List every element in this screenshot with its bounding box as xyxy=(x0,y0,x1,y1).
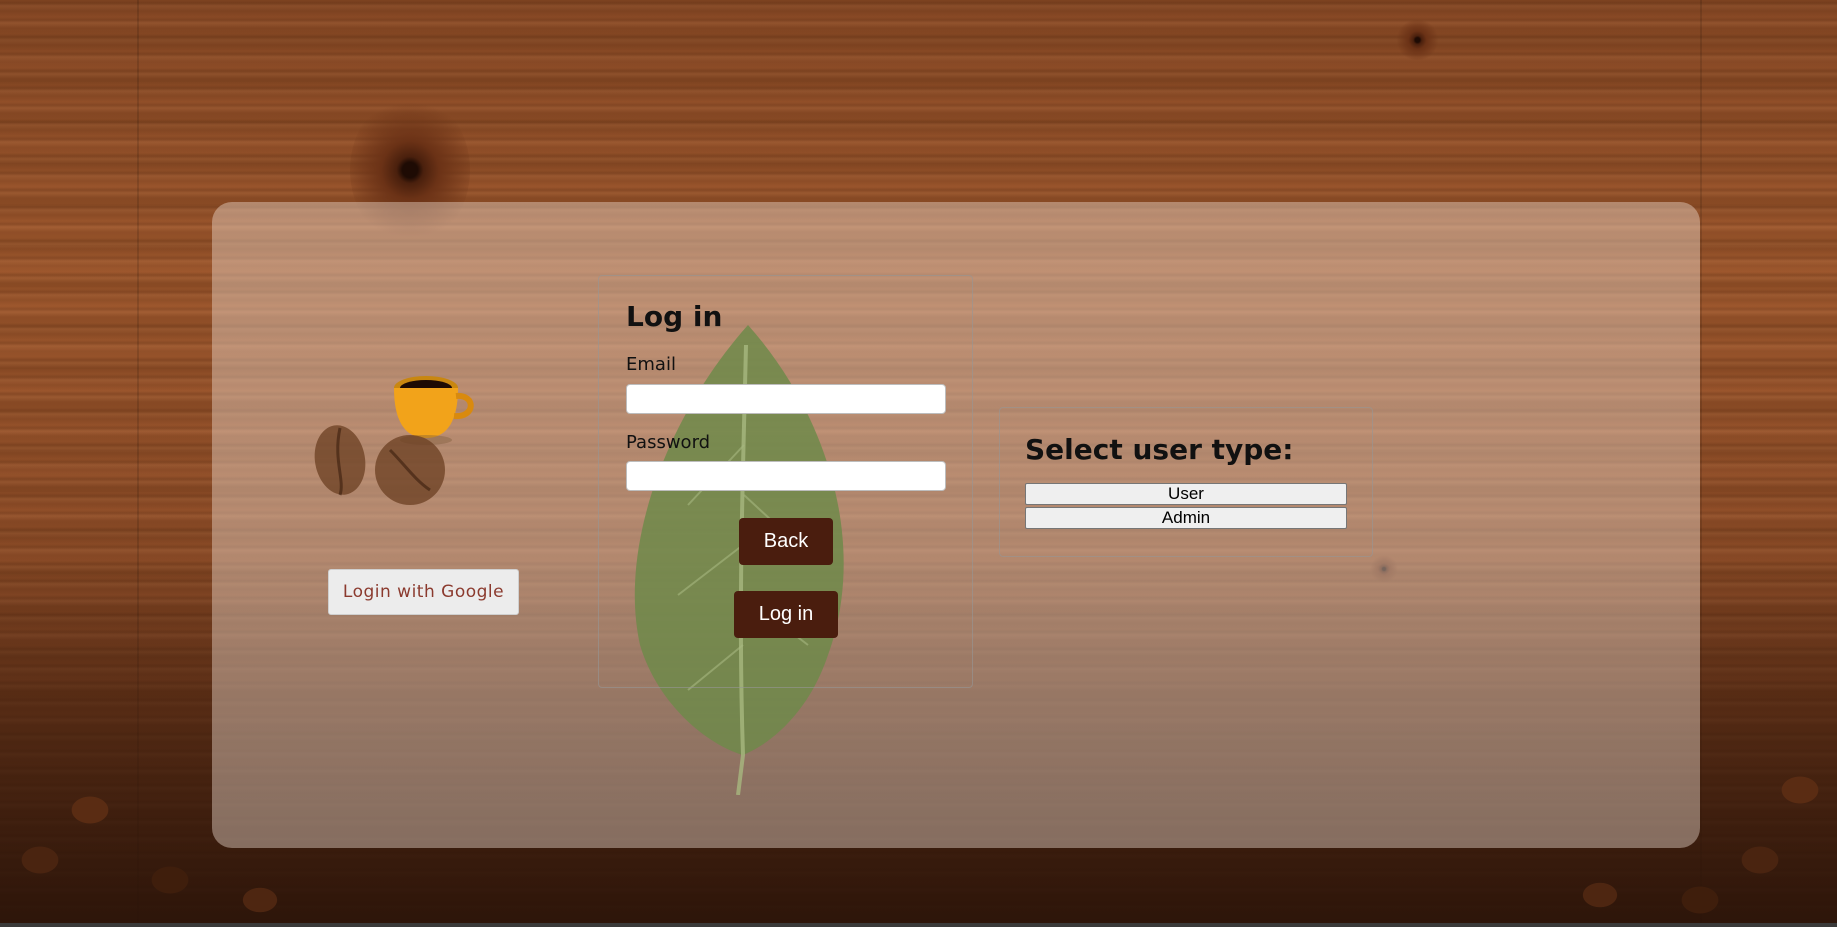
bottom-strip xyxy=(0,923,1837,927)
wood-knot xyxy=(1395,20,1440,60)
coffee-beans-icon xyxy=(314,425,445,505)
user-type-admin-button[interactable]: Admin xyxy=(1025,507,1347,529)
login-title: Log in xyxy=(626,300,723,333)
password-field[interactable] xyxy=(626,461,946,491)
email-label: Email xyxy=(626,354,676,375)
back-button[interactable]: Back xyxy=(739,518,833,565)
user-type-panel xyxy=(999,407,1373,557)
login-with-google-button[interactable]: Login with Google xyxy=(328,569,519,615)
user-type-user-button[interactable]: User xyxy=(1025,483,1347,505)
login-button[interactable]: Log in xyxy=(734,591,838,638)
password-label: Password xyxy=(626,432,711,453)
email-field[interactable] xyxy=(626,384,946,414)
user-type-title: Select user type: xyxy=(1025,433,1294,466)
